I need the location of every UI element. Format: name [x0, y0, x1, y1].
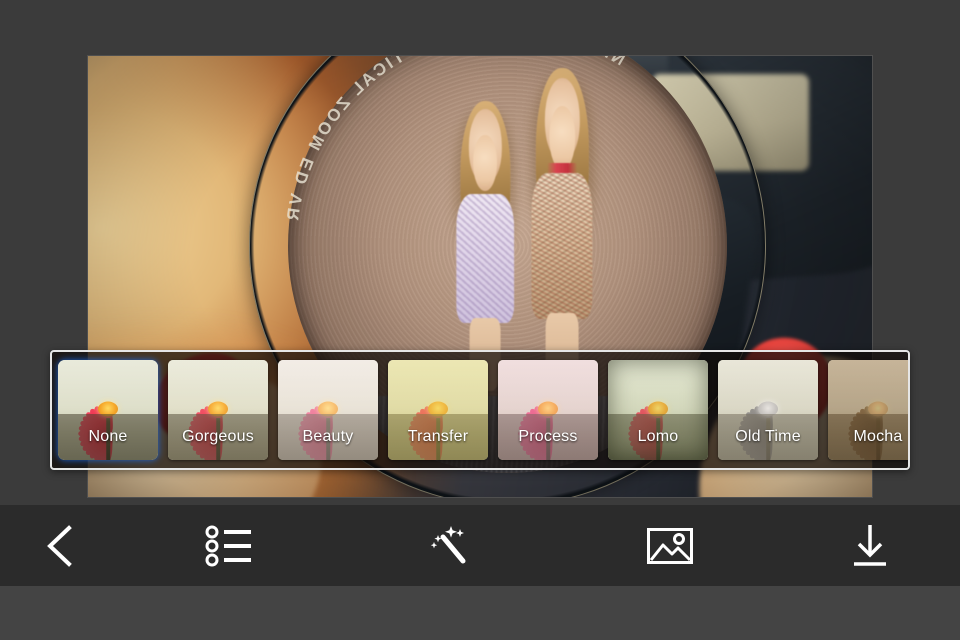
photo-editor-app: NIKKOR 36X WIDE OPTICAL ZOOM ED VR NoneG… [0, 0, 960, 640]
filter-label: Old Time [735, 428, 801, 445]
chevron-left-icon [43, 523, 77, 569]
effects-button[interactable] [340, 505, 560, 586]
filter-item-transfer[interactable]: Transfer [388, 360, 488, 460]
filter-label: Process [518, 428, 578, 445]
filter-item-gorgeous[interactable]: Gorgeous [168, 360, 268, 460]
adjust-list-button[interactable] [120, 505, 340, 586]
filter-label: Transfer [407, 428, 469, 445]
magic-wand-icon [427, 524, 473, 568]
filter-item-none[interactable]: None [58, 360, 158, 460]
filter-label: Lomo [637, 428, 679, 445]
filter-track[interactable]: None Gorgeous Beauty Transfer Process Lomo Old… [58, 360, 908, 460]
filter-label: Mocha [853, 428, 903, 445]
photo-stage: NIKKOR 36X WIDE OPTICAL ZOOM ED VR NoneG… [0, 0, 960, 505]
filter-item-process[interactable]: Process [498, 360, 598, 460]
safe-area-bottom [0, 586, 960, 640]
filter-label: Beauty [302, 428, 354, 445]
filter-item-old-time[interactable]: Old Time [718, 360, 818, 460]
filter-strip[interactable]: None Gorgeous Beauty Transfer Process Lomo Old… [50, 350, 910, 470]
bottom-toolbar [0, 505, 960, 586]
list-icon [205, 525, 255, 567]
download-icon [848, 522, 892, 570]
filter-item-mocha[interactable]: Mocha [828, 360, 908, 460]
filter-item-lomo[interactable]: Lomo [608, 360, 708, 460]
back-button[interactable] [0, 505, 120, 586]
filter-label: Gorgeous [182, 428, 254, 445]
filter-item-beauty[interactable]: Beauty [278, 360, 378, 460]
image-icon [646, 527, 694, 565]
save-button[interactable] [780, 505, 960, 586]
photos-button[interactable] [560, 505, 780, 586]
filter-label: None [88, 428, 128, 445]
